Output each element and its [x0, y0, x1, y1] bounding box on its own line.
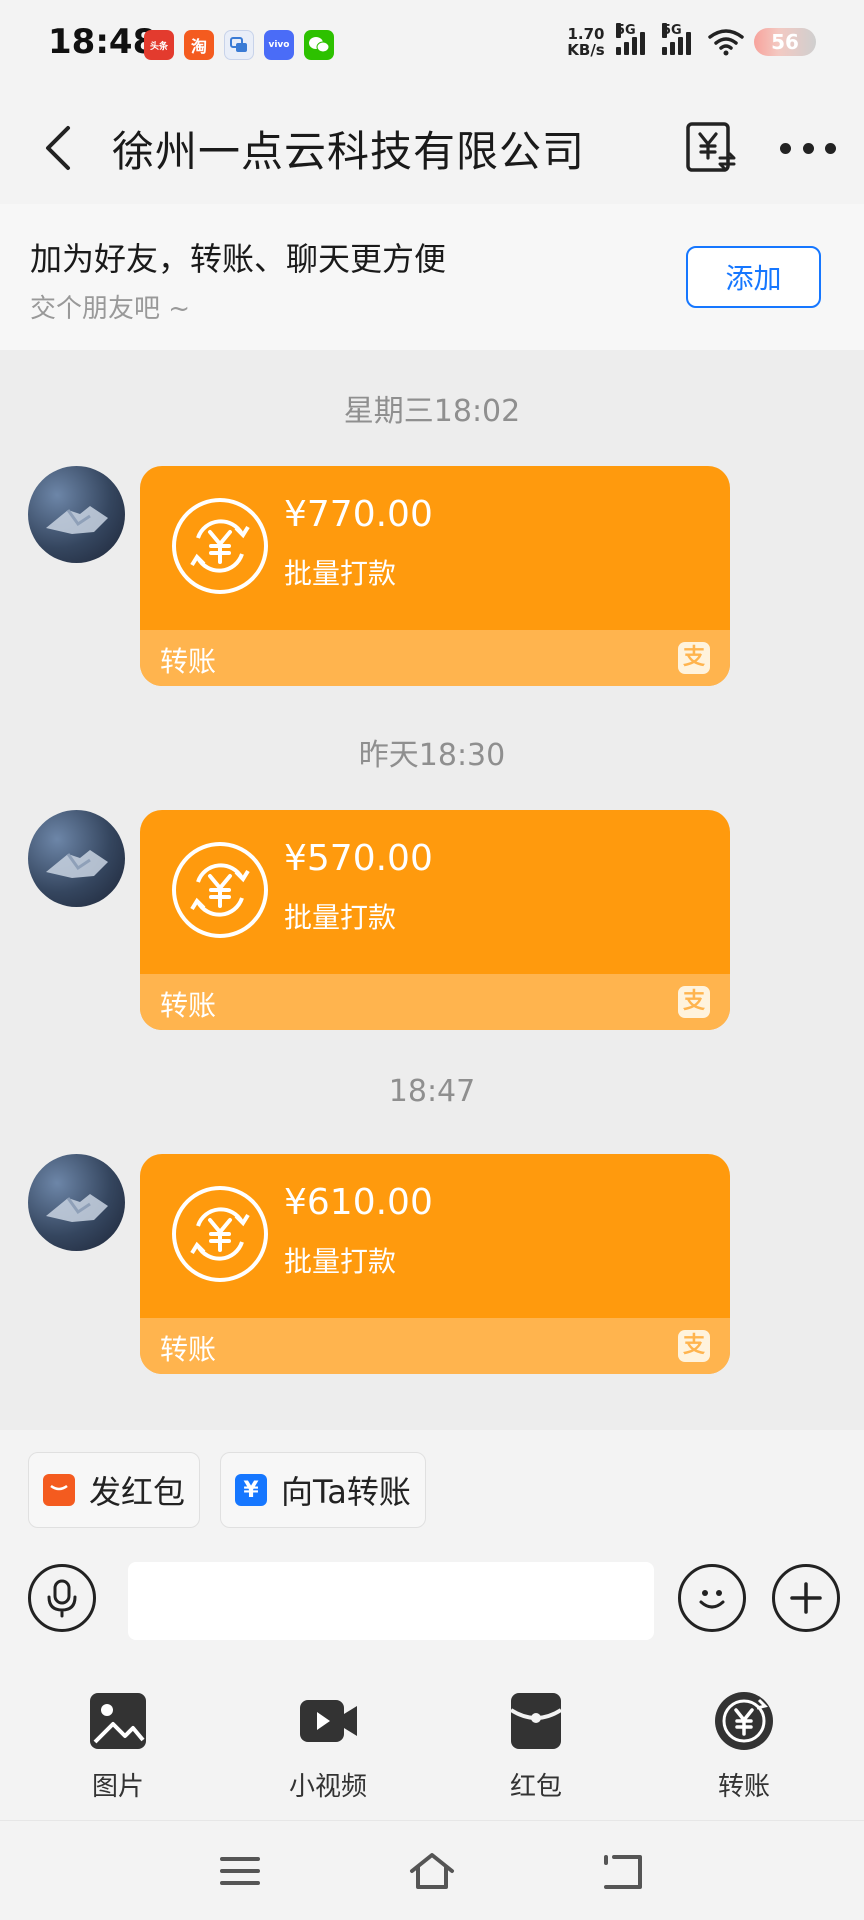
red-packet-icon: [43, 1474, 75, 1506]
tool-video-label: 小视频: [288, 1772, 367, 1802]
transfer-description: 批量打款: [284, 901, 397, 934]
tool-panel: 图片 小视频 红包 转账: [0, 1660, 864, 1820]
tool-red-packet-label: 红包: [509, 1772, 562, 1802]
add-friend-button[interactable]: 添加: [686, 246, 821, 308]
transfer-amount: ¥570.00: [284, 838, 433, 879]
more-options-icon[interactable]: [780, 128, 836, 168]
transfer-card-body: ¥610.00 批量打款: [140, 1154, 730, 1318]
message-timestamp: 星期三18:02: [343, 394, 521, 429]
tool-transfer-label: 转账: [717, 1772, 770, 1802]
tool-red-packet[interactable]: 红包: [466, 1690, 606, 1803]
smiley-icon: [699, 1590, 725, 1609]
back-arrow-icon[interactable]: [34, 118, 86, 178]
transfer-description: 批量打款: [284, 557, 397, 590]
transfer-yuan-icon: [172, 842, 268, 938]
status-app-icons: 头条 淘 vivo: [144, 30, 334, 60]
network-speed-unit: KB/s: [567, 41, 605, 59]
video-icon: [300, 1700, 357, 1742]
taobao-icon: 淘: [184, 30, 214, 60]
avatar[interactable]: [28, 1154, 125, 1251]
message-input[interactable]: [128, 1562, 654, 1640]
chat-messages[interactable]: 星期三18:02 ¥770.00 批量打款 转账 支 昨天18:30 ¥570.…: [0, 350, 864, 1430]
transfer-card[interactable]: ¥770.00 批量打款 转账 支: [140, 466, 730, 686]
avatar[interactable]: [28, 466, 125, 563]
alipay-logo-icon: 支: [678, 642, 710, 674]
banner-subtitle: 交个朋友吧 ~: [30, 294, 191, 324]
emoji-button[interactable]: [678, 1564, 746, 1632]
transfer-amount: ¥770.00: [284, 494, 433, 535]
alipay-logo-icon: 支: [678, 1330, 710, 1362]
transfer-yuan-icon: ¥: [235, 1474, 267, 1506]
banner-title: 加为好友，转账、聊天更方便: [30, 240, 447, 278]
bill-icon[interactable]: [682, 118, 740, 176]
send-red-packet-label: 发红包: [89, 1473, 186, 1511]
transfer-yuan-icon: [715, 1692, 773, 1750]
battery-icon: 56: [754, 28, 816, 56]
transfer-amount: ¥610.00: [284, 1182, 433, 1223]
system-nav-bar: [0, 1820, 864, 1920]
status-bar: 18:48 头条 淘 vivo 1.70 KB/s 5G 5G 56: [0, 0, 864, 92]
quick-actions-bar: 发红包 ¥ 向Ta转账: [0, 1430, 864, 1540]
transfer-yuan-icon: [172, 498, 268, 594]
transfer-type-label: 转账: [160, 645, 217, 678]
tool-video[interactable]: 小视频: [258, 1690, 398, 1803]
signal-icon: 5G: [662, 23, 698, 55]
wifi-icon: [708, 29, 744, 56]
red-packet-icon: [509, 1693, 563, 1749]
send-red-packet-button[interactable]: 发红包: [28, 1452, 201, 1528]
microphone-icon: [47, 1579, 77, 1618]
signal-1-label: 5G: [616, 23, 636, 38]
voice-input-button[interactable]: [28, 1564, 96, 1632]
toutiao-icon: 头条: [144, 30, 174, 60]
transfer-card-body: ¥770.00 批量打款: [140, 466, 730, 630]
status-time: 18:48: [48, 22, 157, 62]
image-icon: [90, 1693, 146, 1749]
transfer-card[interactable]: ¥610.00 批量打款 转账 支: [140, 1154, 730, 1374]
transfer-type-label: 转账: [160, 1333, 217, 1366]
transfer-card[interactable]: ¥570.00 批量打款 转账 支: [140, 810, 730, 1030]
alipay-logo-icon: 支: [678, 986, 710, 1018]
transfer-card-footer: 转账 支: [140, 1318, 730, 1374]
tool-image[interactable]: 图片: [48, 1690, 188, 1803]
transfer-to-ta-button[interactable]: ¥ 向Ta转账: [220, 1452, 426, 1528]
transfer-to-ta-label: 向Ta转账: [281, 1473, 411, 1511]
back-icon[interactable]: [600, 1849, 648, 1893]
home-icon[interactable]: [408, 1849, 456, 1893]
page-title: 徐州一点云科技有限公司: [112, 127, 586, 176]
network-speed-value: 1.70: [567, 25, 605, 43]
notes-icon: [224, 30, 254, 60]
tool-image-label: 图片: [91, 1772, 144, 1802]
transfer-card-footer: 转账 支: [140, 630, 730, 686]
transfer-type-label: 转账: [160, 989, 217, 1022]
signal-2-label: 5G: [662, 23, 682, 38]
transfer-yuan-icon: [172, 1186, 268, 1282]
message-timestamp: 18:47: [388, 1074, 476, 1109]
menu-icon[interactable]: [216, 1849, 264, 1893]
plus-icon: [790, 1582, 822, 1614]
more-actions-button[interactable]: [772, 1564, 840, 1632]
tool-transfer[interactable]: 转账: [674, 1690, 814, 1803]
transfer-description: 批量打款: [284, 1245, 397, 1278]
transfer-card-body: ¥570.00 批量打款: [140, 810, 730, 974]
vivo-icon: vivo: [264, 30, 294, 60]
avatar[interactable]: [28, 810, 125, 907]
chat-header: 徐州一点云科技有限公司: [0, 92, 864, 204]
message-input-row: [0, 1540, 864, 1660]
status-indicators: 1.70 KB/s 5G 5G 56: [566, 23, 816, 58]
message-timestamp: 昨天18:30: [358, 738, 506, 773]
add-friend-banner: 加为好友，转账、聊天更方便 交个朋友吧 ~ 添加: [0, 204, 864, 350]
network-speed: 1.70 KB/s: [566, 26, 606, 58]
transfer-card-footer: 转账 支: [140, 974, 730, 1030]
signal-icon: 5G: [616, 23, 652, 55]
wechat-icon: [304, 30, 334, 60]
